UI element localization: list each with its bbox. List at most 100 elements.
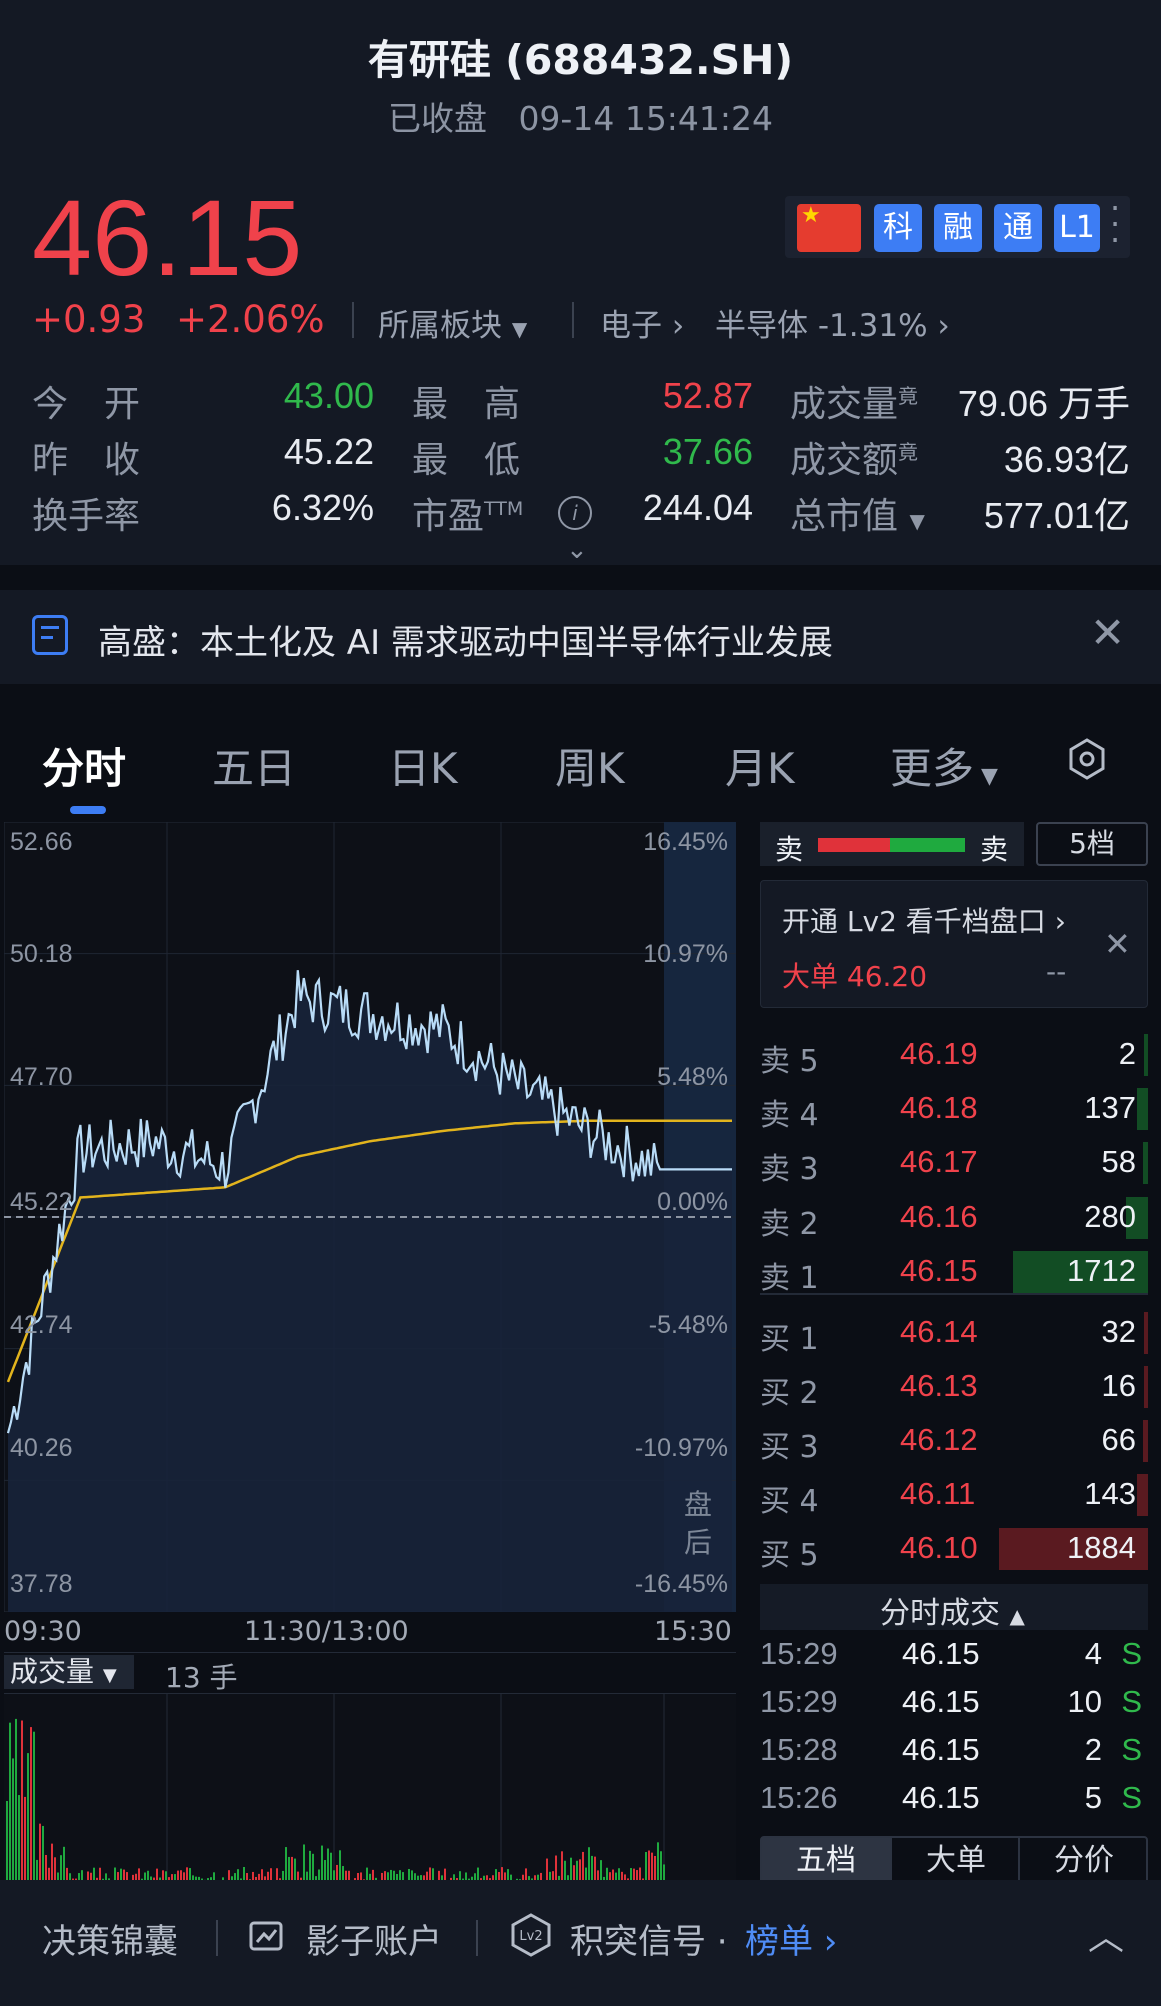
caret-up-icon: ▲ (1009, 1604, 1025, 1628)
ask-row[interactable]: 卖 5 46.19 2 (760, 1032, 1148, 1079)
trade-price: 46.15 (902, 1636, 980, 1671)
close-icon[interactable]: ✕ (1090, 608, 1125, 657)
book-level-label: 卖 1 (760, 1261, 819, 1296)
depth-bar (1144, 1034, 1148, 1076)
label-low: 最 低 (412, 440, 521, 481)
close-icon[interactable]: ✕ (1104, 925, 1131, 963)
lv2-promo-text[interactable]: 开通 Lv2 看千档盘口 › (782, 900, 1066, 940)
ranking-link[interactable]: 榜单 › (745, 1914, 837, 1963)
y-tick-right: -16.45% (634, 1570, 728, 1598)
label-market-cap[interactable]: 总市值 ▼ (790, 487, 925, 539)
news-headline[interactable]: 高盛：本土化及 AI 需求驱动中国半导体行业发展 (98, 615, 833, 664)
ask-row[interactable]: 卖 4 46.18 137 (760, 1086, 1148, 1133)
book-level-label: 买 2 (760, 1376, 819, 1411)
bid-row[interactable]: 买 5 46.10 1884 (760, 1526, 1148, 1573)
volume-bar (42, 1825, 44, 1884)
tab-daily-k[interactable]: 日K (388, 735, 458, 796)
badge-star-market[interactable]: 科 (874, 204, 922, 252)
bid-row[interactable]: 买 4 46.11 143 (760, 1472, 1148, 1519)
y-tick-left: 52.66 (10, 828, 73, 856)
caret-down-icon: ▼ (102, 1665, 117, 1686)
volume-bar (648, 1850, 650, 1884)
y-tick-left: 42.74 (10, 1311, 73, 1339)
badge-margin[interactable]: 融 (934, 204, 982, 252)
book-level-qty: 143 (1084, 1476, 1136, 1511)
shadow-account-button[interactable]: 影子账户 (306, 1914, 442, 1963)
volume-bar (339, 1850, 341, 1884)
sector-dropdown[interactable]: 所属板块 ▼ (378, 300, 527, 345)
label-open: 今 开 (32, 384, 141, 425)
document-icon (32, 615, 68, 655)
decision-kit-button[interactable]: 决策锦囊 (42, 1914, 178, 1963)
sector-link-electronics[interactable]: 电子 › (600, 300, 684, 345)
caret-down-icon: ▼ (511, 317, 528, 341)
book-level-price: 46.19 (900, 1036, 978, 1071)
time-label-open: 09:30 (4, 1616, 82, 1647)
time-label-close: 15:30 (654, 1616, 732, 1647)
badge-level1[interactable]: L1 (1054, 204, 1100, 252)
signal-button[interactable]: 积突信号 · (570, 1914, 728, 1963)
volume-bar (657, 1842, 659, 1884)
trade-qty: 10 (1067, 1684, 1102, 1719)
volume-bar (285, 1847, 287, 1884)
depth-levels-button[interactable]: 5档 (1036, 822, 1148, 866)
depth-bar (1144, 1312, 1148, 1354)
badge-connect[interactable]: 通 (994, 204, 1042, 252)
ask-row[interactable]: 卖 2 46.16 280 (760, 1195, 1148, 1242)
divider (216, 1920, 218, 1956)
depth-bar (1143, 1420, 1148, 1462)
y-tick-left: 45.22 (10, 1188, 73, 1216)
value-turnover-rate: 6.32% (271, 487, 374, 528)
sector-link-semiconductor[interactable]: 半导体 -1.31% › (715, 300, 950, 345)
tab-five-day[interactable]: 五日 (212, 735, 296, 796)
expand-chevron-icon[interactable]: ⌄ (566, 535, 588, 565)
tab-intraday[interactable]: 分时 (42, 735, 126, 796)
bid-row[interactable]: 买 2 46.13 16 (760, 1364, 1148, 1411)
label-volume: 成交量竟 (790, 384, 919, 425)
settings-icon[interactable] (1066, 738, 1108, 780)
volume-dropdown[interactable]: 成交量 ▼ (4, 1655, 134, 1689)
y-tick-left: 47.70 (10, 1063, 73, 1091)
bid-row[interactable]: 买 3 46.12 66 (760, 1418, 1148, 1465)
info-icon[interactable]: i (558, 496, 592, 530)
chevron-up-icon[interactable]: ︿ (1088, 1908, 1124, 1960)
ask-row[interactable]: 卖 1 46.15 1712 (760, 1249, 1148, 1296)
volume-bar (33, 1731, 35, 1884)
tab-weekly-k[interactable]: 周K (555, 735, 625, 796)
trade-price: 46.15 (902, 1780, 980, 1815)
volume-bar (321, 1845, 323, 1884)
trade-row: 15:28 46.15 2 S (760, 1732, 1148, 1776)
volume-bar (21, 1720, 23, 1884)
y-tick-right: 10.97% (643, 940, 728, 968)
label-high: 最 高 (412, 384, 521, 425)
book-level-label: 买 1 (760, 1322, 819, 1357)
book-tab-big-orders[interactable]: 大单 (890, 1838, 1020, 1884)
label-turnover-amount: 成交额竟 (790, 440, 919, 481)
volume-bar (303, 1844, 305, 1884)
tab-more[interactable]: 更多 ▼ (890, 735, 998, 796)
active-tab-indicator (70, 806, 106, 814)
chevron-right-icon: › (1054, 905, 1066, 938)
book-tab-price-split[interactable]: 分价 (1018, 1838, 1148, 1884)
trade-price: 46.15 (902, 1684, 980, 1719)
more-menu-icon[interactable]: · · · (1110, 192, 1120, 256)
tab-monthly-k[interactable]: 月K (725, 735, 795, 796)
trades-title[interactable]: 分时成交 ▲ (880, 1588, 1025, 1632)
volume-value: 13 手 (165, 1661, 238, 1694)
y-tick-right: 16.45% (643, 828, 728, 856)
book-tab-five-levels[interactable]: 五档 (762, 1838, 890, 1884)
shadow-account-icon (248, 1918, 284, 1954)
trade-row: 15:29 46.15 10 S (760, 1684, 1148, 1728)
volume-chart (4, 1694, 736, 1884)
y-tick-right: -5.48% (648, 1311, 728, 1339)
ratio-label-right: 卖 (980, 833, 1009, 866)
bid-row[interactable]: 买 1 46.14 32 (760, 1310, 1148, 1357)
label-prev-close: 昨 收 (32, 440, 141, 481)
book-level-qty: 1712 (1067, 1253, 1136, 1288)
ask-row[interactable]: 卖 3 46.17 58 (760, 1140, 1148, 1187)
depth-bar (1144, 1366, 1148, 1408)
book-level-qty: 66 (1101, 1422, 1136, 1457)
volume-bar (588, 1847, 590, 1884)
trade-side: S (1121, 1636, 1142, 1671)
trade-price: 46.15 (902, 1732, 980, 1767)
